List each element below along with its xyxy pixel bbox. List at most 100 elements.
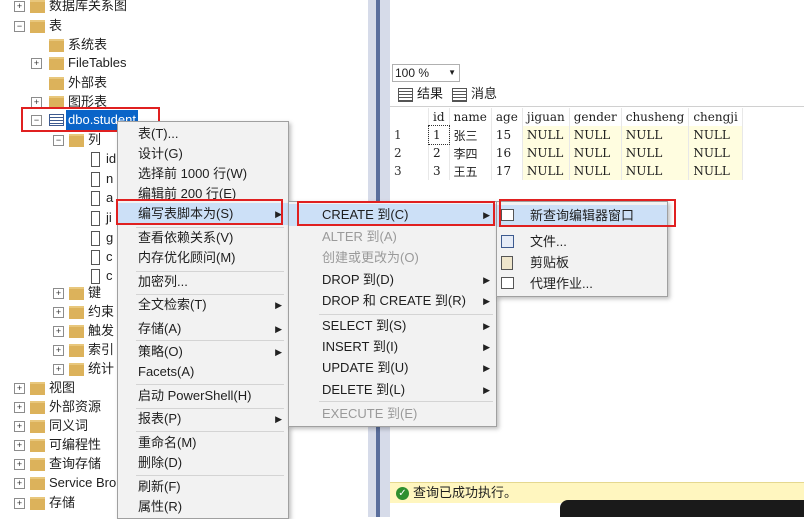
menu-item-label: 编写表脚本为(S) [138, 206, 234, 221]
grid-cell[interactable]: NULL [522, 144, 570, 162]
grid-header[interactable]: name [449, 108, 492, 126]
collapse-icon[interactable]: − [53, 135, 64, 146]
folder-icon [30, 20, 45, 33]
grid-header[interactable]: age [491, 108, 523, 126]
expand-icon[interactable]: + [14, 421, 25, 432]
menu-item-label: 存储(A) [138, 321, 182, 336]
menu-item-file[interactable]: 文件... [497, 231, 667, 253]
expand-icon[interactable]: + [31, 58, 42, 69]
grid-cell[interactable]: NULL [569, 144, 622, 162]
menu-item-facets[interactable]: Facets(A) [118, 361, 288, 383]
grid-cell[interactable]: NULL [688, 162, 743, 180]
chevron-right-icon: ▶ [483, 363, 490, 373]
grid-header[interactable]: chusheng [621, 108, 690, 126]
query-editor-area[interactable] [390, 0, 804, 60]
menu-item-select-top-1000[interactable]: 选择前 1000 行(W) [118, 163, 288, 185]
grid-cell[interactable]: NULL [522, 126, 570, 144]
results-grid: id name age jiguan gender chusheng cheng… [390, 108, 743, 180]
menu-item-agent-job[interactable]: 代理作业... [497, 273, 667, 295]
menu-item-policies[interactable]: 策略(O) ▶ [118, 341, 288, 363]
expand-icon[interactable]: + [14, 1, 25, 12]
collapse-icon[interactable]: − [31, 115, 42, 126]
menu-item-edit-top-200[interactable]: 编辑前 200 行(E) [118, 183, 288, 205]
menu-item-start-powershell[interactable]: 启动 PowerShell(H) [118, 385, 288, 407]
expand-icon[interactable]: + [14, 498, 25, 509]
menu-item-properties[interactable]: 属性(R) [118, 496, 288, 518]
grid-cell[interactable]: 张三 [449, 126, 492, 144]
menu-item-drop-and-create[interactable]: DROP 和 CREATE 到(R) ▶ [289, 290, 496, 312]
table-row[interactable]: 3 3 王五 17 NULL NULL NULL NULL [390, 162, 743, 180]
grid-header[interactable]: id [428, 108, 450, 126]
menu-item-full-text-index[interactable]: 全文检索(T) ▶ [118, 294, 288, 316]
grid-header[interactable]: gender [569, 108, 622, 126]
tab-messages[interactable]: 消息 [452, 85, 497, 103]
table-row[interactable]: 1 1 张三 15 NULL NULL NULL NULL [390, 125, 743, 145]
menu-item-create-to[interactable]: CREATE 到(C) ▶ [289, 204, 496, 226]
grid-cell[interactable]: NULL [522, 162, 570, 180]
menu-item-delete[interactable]: 删除(D) [118, 452, 288, 474]
column-icon [91, 172, 100, 187]
menu-item-drop-to[interactable]: DROP 到(D) ▶ [289, 269, 496, 291]
menu-item-label: INSERT 到(I) [322, 339, 399, 354]
grid-cell[interactable]: 王五 [449, 162, 492, 180]
menu-item-storage[interactable]: 存储(A) ▶ [118, 318, 288, 340]
grid-header[interactable]: jiguan [522, 108, 570, 126]
menu-item-update-to[interactable]: UPDATE 到(U) ▶ [289, 357, 496, 379]
tab-results[interactable]: 结果 [398, 85, 443, 103]
new-query-icon [501, 209, 514, 221]
collapse-icon[interactable]: − [14, 21, 25, 32]
grid-cell[interactable]: 17 [491, 162, 523, 180]
menu-item-rename[interactable]: 重命名(M) [118, 432, 288, 454]
expand-icon[interactable]: + [14, 459, 25, 470]
grid-cell[interactable]: NULL [621, 126, 690, 144]
menu-item-label: DROP 到(D) [322, 272, 394, 287]
menu-item-refresh[interactable]: 刷新(F) [118, 476, 288, 498]
menu-item-new-table[interactable]: 表(T)... [118, 123, 288, 145]
table-row[interactable]: 2 2 李四 16 NULL NULL NULL NULL [390, 144, 743, 162]
menu-item-design[interactable]: 设计(G) [118, 143, 288, 165]
chevron-right-icon: ▶ [275, 300, 282, 310]
menu-item-insert-to[interactable]: INSERT 到(I) ▶ [289, 336, 496, 358]
chevron-right-icon: ▶ [483, 210, 490, 220]
zoom-select[interactable]: 100 % ▼ [392, 64, 460, 82]
expand-icon[interactable]: + [53, 288, 64, 299]
menu-item-new-query-window[interactable]: 新查询编辑器窗口 [497, 205, 667, 227]
context-menu-create-to: 新查询编辑器窗口 文件... 剪贴板 代理作业... [496, 201, 668, 297]
expand-icon[interactable]: + [53, 345, 64, 356]
menu-item-view-dependencies[interactable]: 查看依赖关系(V) [118, 227, 288, 249]
menu-item-label: 编辑前 200 行(E) [138, 186, 237, 201]
grid-cell[interactable]: NULL [688, 126, 743, 144]
expand-icon[interactable]: + [31, 97, 42, 108]
menu-item-script-table-as[interactable]: 编写表脚本为(S) ▶ [118, 203, 288, 225]
expand-icon[interactable]: + [14, 402, 25, 413]
menu-item-clipboard[interactable]: 剪贴板 [497, 252, 667, 274]
grid-header[interactable]: chengji [688, 108, 743, 126]
menu-item-select-to[interactable]: SELECT 到(S) ▶ [289, 315, 496, 337]
grid-cell[interactable]: 16 [491, 144, 523, 162]
menu-item-delete-to[interactable]: DELETE 到(L) ▶ [289, 379, 496, 401]
menu-item-encrypt-columns[interactable]: 加密列... [118, 271, 288, 293]
expand-icon[interactable]: + [14, 440, 25, 451]
expand-icon[interactable]: + [14, 383, 25, 394]
menu-item-memory-advisor[interactable]: 内存优化顾问(M) [118, 247, 288, 269]
grid-cell[interactable]: 15 [491, 126, 523, 144]
expand-icon[interactable]: + [53, 307, 64, 318]
grid-cell[interactable]: NULL [569, 162, 622, 180]
grid-cell[interactable]: 3 [428, 162, 450, 180]
grid-cell[interactable]: 李四 [449, 144, 492, 162]
grid-cell[interactable]: NULL [688, 144, 743, 162]
table-icon [49, 114, 64, 126]
menu-item-reports[interactable]: 报表(P) ▶ [118, 408, 288, 430]
grid-cell[interactable]: NULL [621, 144, 690, 162]
grid-cell[interactable]: 2 [428, 144, 450, 162]
menu-item-label: 新查询编辑器窗口 [530, 208, 635, 223]
chevron-down-icon: ▼ [448, 68, 456, 77]
grid-cell[interactable]: NULL [569, 126, 622, 144]
grid-cell[interactable]: NULL [621, 162, 690, 180]
grid-cell[interactable]: 1 [427, 125, 451, 145]
expand-icon[interactable]: + [53, 326, 64, 337]
menu-item-label: 查看依赖关系(V) [138, 230, 234, 245]
expand-icon[interactable]: + [14, 478, 25, 489]
expand-icon[interactable]: + [53, 364, 64, 375]
menu-item-label: EXECUTE 到(E) [322, 406, 418, 421]
